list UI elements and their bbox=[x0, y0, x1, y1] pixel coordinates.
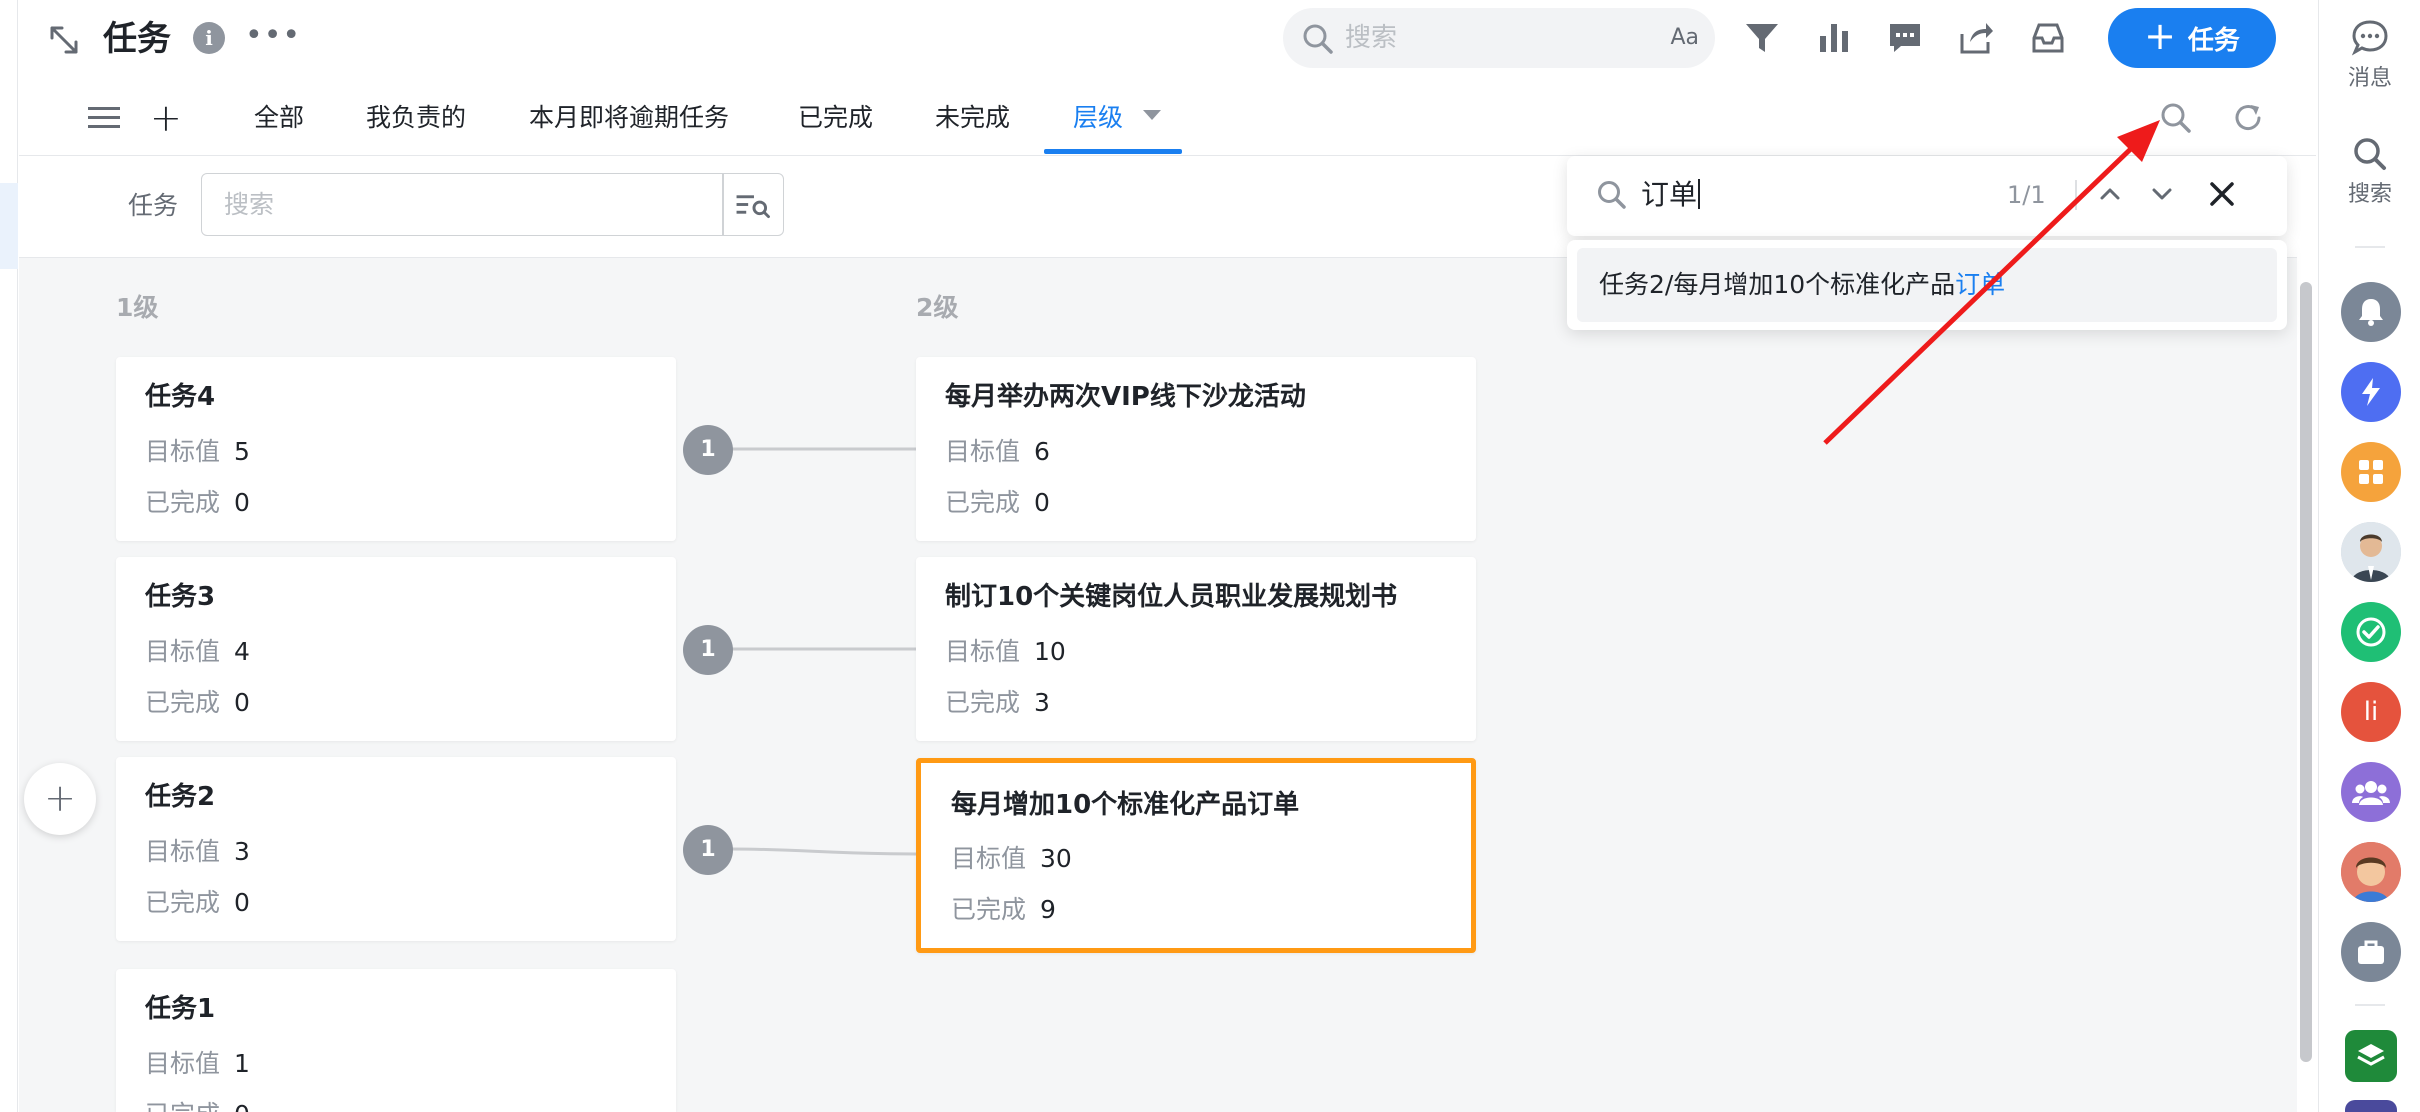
task-card-title: 制订10个关键岗位人员职业发展规划书 bbox=[945, 582, 1398, 612]
task-card-done: 已完成0 bbox=[145, 888, 250, 917]
task-card-target: 目标值 3 bbox=[145, 837, 250, 866]
task-card-target: 目标值 5 bbox=[145, 437, 250, 466]
task-card-title: 每月举办两次VIP线下沙龙活动 bbox=[945, 382, 1306, 412]
task-card-title: 任务3 bbox=[145, 582, 216, 612]
task-card-target: 目标值 30 bbox=[951, 844, 1072, 873]
find-match-count: 1/1 bbox=[2007, 181, 2046, 209]
find-in-page-bar: 订单 1/1 bbox=[1567, 156, 2287, 236]
task-card-title: 每月增加10个标准化产品订单 bbox=[951, 790, 1300, 820]
messages-button[interactable]: 消息 bbox=[2319, 18, 2420, 94]
layers-app-icon[interactable] bbox=[2345, 1030, 2397, 1082]
task-card-title: 任务4 bbox=[145, 382, 216, 412]
messages-label: 消息 bbox=[2347, 66, 2392, 91]
find-query-input[interactable]: 订单 bbox=[1641, 176, 1701, 214]
task-card-done: 已完成0 bbox=[145, 488, 250, 517]
right-app-bar: 消息 搜索 li bbox=[2318, 0, 2420, 1112]
search-icon bbox=[2354, 138, 2386, 170]
user-avatar-boy[interactable] bbox=[2341, 842, 2401, 902]
spark-app-icon[interactable] bbox=[2341, 362, 2401, 422]
close-icon[interactable] bbox=[2204, 176, 2240, 212]
search-label: 搜索 bbox=[2347, 182, 2392, 207]
task-card-target: 目标值 10 bbox=[945, 637, 1066, 666]
task-card[interactable]: 任务4 目标值 5 已完成 0 bbox=[116, 357, 676, 541]
child-count-badge[interactable]: 1 bbox=[683, 625, 733, 675]
group-app-icon[interactable] bbox=[2341, 762, 2401, 822]
task-card-done: 已完成 3 bbox=[945, 688, 1050, 717]
user-avatar-li[interactable]: li bbox=[2341, 682, 2401, 742]
task-card[interactable]: 任务3 目标值 4 已完成 0 bbox=[116, 557, 676, 741]
task-card-title: 任务1 bbox=[145, 994, 216, 1024]
task-card-done: 已完成0 bbox=[145, 1098, 250, 1112]
task-card-highlighted[interactable]: 每月增加10个标准化产品订单 目标值 30 已完成 9 bbox=[916, 758, 1476, 953]
briefcase-app-icon[interactable] bbox=[2341, 922, 2401, 982]
search-icon bbox=[1598, 181, 1626, 209]
vertical-scrollbar[interactable] bbox=[2300, 282, 2312, 1062]
find-separator bbox=[2075, 180, 2077, 210]
task-card-done: 已完成 9 bbox=[951, 895, 1056, 924]
task-card[interactable]: 每月举办两次VIP线下沙龙活动 目标值 6 已完成 0 bbox=[916, 357, 1476, 541]
task-card-done: 已完成0 bbox=[145, 688, 250, 717]
child-count-badge[interactable]: 1 bbox=[683, 825, 733, 875]
task-card-done: 已完成0 bbox=[945, 488, 1050, 517]
chevron-up-icon[interactable] bbox=[2092, 176, 2128, 212]
notification-bell-icon[interactable] bbox=[2341, 282, 2401, 342]
task-card[interactable]: 任务2 目标值 3 已完成 0 bbox=[116, 757, 676, 941]
task-card-title: 任务2 bbox=[145, 782, 216, 812]
check-app-icon[interactable] bbox=[2341, 602, 2401, 662]
global-search-button[interactable]: 搜索 bbox=[2319, 134, 2420, 210]
task-card[interactable]: 制订10个关键岗位人员职业发展规划书 目标值 10 已完成 3 bbox=[916, 557, 1476, 741]
child-count-badge[interactable]: 1 bbox=[683, 425, 733, 475]
divider bbox=[2355, 246, 2385, 248]
add-node-button[interactable]: + bbox=[24, 763, 96, 835]
task-card-target: 目标值 4 bbox=[145, 637, 250, 666]
task-card-target: 目标值 1 bbox=[145, 1049, 250, 1078]
find-result-item[interactable]: 任务2/每月增加10个标准化产品订单 bbox=[1577, 248, 2277, 322]
divider bbox=[2355, 1004, 2385, 1006]
find-results-list: 任务2/每月增加10个标准化产品订单 bbox=[1567, 240, 2287, 330]
task-card-target: 目标值 6 bbox=[945, 437, 1050, 466]
grid-app-icon[interactable] bbox=[2341, 442, 2401, 502]
partial-app-icon[interactable] bbox=[2345, 1100, 2397, 1112]
chat-bubble-icon bbox=[2351, 20, 2388, 56]
task-card[interactable]: 任务1 目标值1 已完成0 bbox=[116, 969, 676, 1112]
user-avatar-man[interactable] bbox=[2341, 522, 2401, 582]
chevron-down-icon[interactable] bbox=[2144, 176, 2180, 212]
